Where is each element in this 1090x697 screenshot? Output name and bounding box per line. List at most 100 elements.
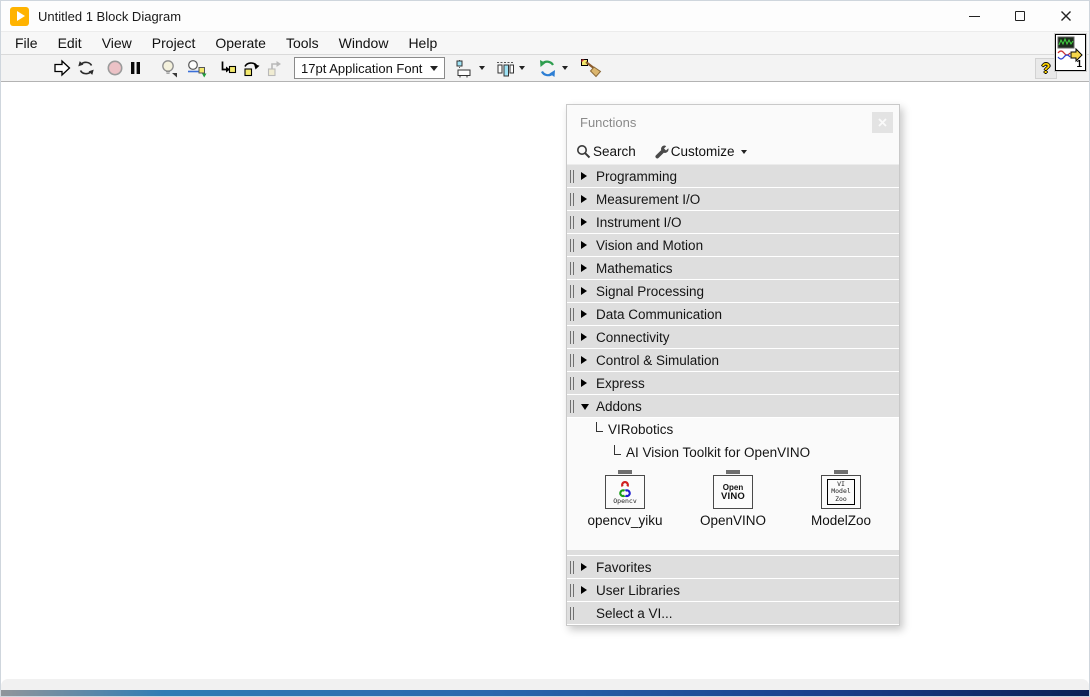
vi-icon-pane[interactable]: 1 [1055, 34, 1086, 71]
subcategory-label: AI Vision Toolkit for OpenVINO [626, 445, 810, 460]
expand-arrow-icon [581, 356, 587, 364]
tree-elbow-icon [614, 445, 621, 455]
font-selector-value: 17pt Application Font [301, 61, 422, 76]
grip-icon [570, 400, 574, 413]
title-bar: Untitled 1 Block Diagram [1, 1, 1089, 31]
category-user-libraries[interactable]: User Libraries [567, 579, 899, 602]
palette-tab-icon [834, 470, 848, 474]
highlight-execution-button[interactable] [157, 56, 180, 80]
category-programming[interactable]: Programming [567, 165, 899, 188]
taskbar-edge [1, 679, 1089, 690]
block-diagram-canvas[interactable] [1, 82, 1089, 680]
collapse-arrow-icon [581, 404, 589, 410]
subcategory-label: VIRobotics [608, 422, 673, 437]
tool-openvino[interactable]: Open VINO OpenVINO [683, 470, 783, 528]
expand-arrow-icon [581, 218, 587, 226]
menu-file[interactable]: File [5, 33, 48, 53]
category-data-communication[interactable]: Data Communication [567, 303, 899, 326]
search-button[interactable]: Search [593, 144, 636, 159]
expand-arrow-icon [581, 195, 587, 203]
expand-arrow-icon [581, 379, 587, 387]
menu-help[interactable]: Help [398, 33, 447, 53]
grip-icon [570, 239, 574, 252]
tool-label: ModelZoo [811, 513, 871, 528]
run-button[interactable] [51, 56, 74, 80]
step-into-icon [218, 59, 237, 77]
category-instrument-io[interactable]: Instrument I/O [567, 211, 899, 234]
grip-icon [570, 193, 574, 206]
expand-arrow-icon [581, 586, 587, 594]
tool-label: opencv_yiku [587, 513, 662, 528]
step-out-icon [265, 59, 284, 77]
menu-window[interactable]: Window [329, 33, 399, 53]
grip-icon [570, 308, 574, 321]
desktop-edge-line [1, 690, 1089, 696]
category-measurement-io[interactable]: Measurement I/O [567, 188, 899, 211]
menu-edit[interactable]: Edit [48, 33, 92, 53]
category-vision-and-motion[interactable]: Vision and Motion [567, 234, 899, 257]
abort-icon [106, 59, 124, 77]
step-out-button [263, 56, 286, 80]
maximize-icon [1015, 11, 1025, 21]
retain-wire-values-button[interactable] [184, 56, 210, 80]
abort-button [104, 56, 126, 80]
menu-project[interactable]: Project [142, 33, 206, 53]
step-into-button[interactable] [216, 56, 239, 80]
openvino-text-bottom: VINO [721, 492, 745, 502]
grip-icon [570, 285, 574, 298]
select-a-vi-item[interactable]: Select a VI... [567, 602, 899, 625]
font-selector[interactable]: 17pt Application Font [294, 57, 445, 79]
context-help-button[interactable]: ? [1035, 58, 1057, 79]
category-label: Instrument I/O [596, 215, 682, 230]
subcategory-virobotics[interactable]: VIRobotics [567, 418, 899, 441]
maximize-button[interactable] [997, 1, 1043, 31]
minimize-icon [969, 16, 980, 17]
category-label: Control & Simulation [596, 353, 719, 368]
cleanup-diagram-button[interactable] [578, 56, 604, 80]
tree-elbow-icon [596, 422, 603, 432]
tool-label: OpenVINO [700, 513, 766, 528]
palette-header[interactable]: Functions [567, 105, 899, 139]
category-label: Addons [596, 399, 642, 414]
menu-tools[interactable]: Tools [276, 33, 329, 53]
category-favorites[interactable]: Favorites [567, 556, 899, 579]
palette-category-list: Programming Measurement I/O Instrument I… [567, 165, 899, 625]
subcategory-ai-vision-toolkit[interactable]: AI Vision Toolkit for OpenVINO [567, 441, 899, 464]
modelzoo-text-3: Zoo [835, 496, 847, 504]
highlight-execution-icon [159, 59, 178, 78]
labview-block-diagram-window: Untitled 1 Block Diagram File Edit View … [0, 0, 1090, 697]
category-label: User Libraries [596, 583, 680, 598]
category-label: Connectivity [596, 330, 670, 345]
run-continuously-button[interactable] [74, 56, 98, 80]
category-connectivity[interactable]: Connectivity [567, 326, 899, 349]
category-label: Data Communication [596, 307, 722, 322]
menu-view[interactable]: View [92, 33, 142, 53]
palette-close-button[interactable] [872, 112, 893, 133]
customize-button[interactable]: Customize [671, 144, 735, 159]
step-over-button[interactable] [239, 56, 263, 80]
palette-tab-icon [618, 470, 632, 474]
tool-modelzoo[interactable]: VI Model Zoo ModelZoo [791, 470, 891, 528]
pause-button[interactable] [126, 56, 145, 80]
category-signal-processing[interactable]: Signal Processing [567, 280, 899, 303]
help-question-label: ? [1041, 60, 1050, 77]
resize-objects-button[interactable] [535, 56, 570, 80]
close-button[interactable] [1043, 1, 1089, 31]
grip-icon [570, 354, 574, 367]
opencv-logo-icon [614, 480, 636, 498]
palette-search-bar: Search Customize [567, 139, 899, 165]
align-objects-icon [455, 59, 475, 78]
minimize-button[interactable] [951, 1, 997, 31]
category-control-simulation[interactable]: Control & Simulation [567, 349, 899, 372]
menu-operate[interactable]: Operate [205, 33, 276, 53]
category-mathematics[interactable]: Mathematics [567, 257, 899, 280]
tool-opencv-yiku[interactable]: Opencv opencv_yiku [575, 470, 675, 528]
grip-icon [570, 607, 574, 620]
category-express[interactable]: Express [567, 372, 899, 395]
palette-tools-row: Opencv opencv_yiku Open VINO OpenVINO [567, 464, 899, 550]
align-objects-button[interactable] [453, 56, 487, 80]
expand-arrow-icon [581, 264, 587, 272]
distribute-objects-button[interactable] [493, 56, 527, 80]
category-addons[interactable]: Addons [567, 395, 899, 418]
run-icon [53, 59, 72, 77]
